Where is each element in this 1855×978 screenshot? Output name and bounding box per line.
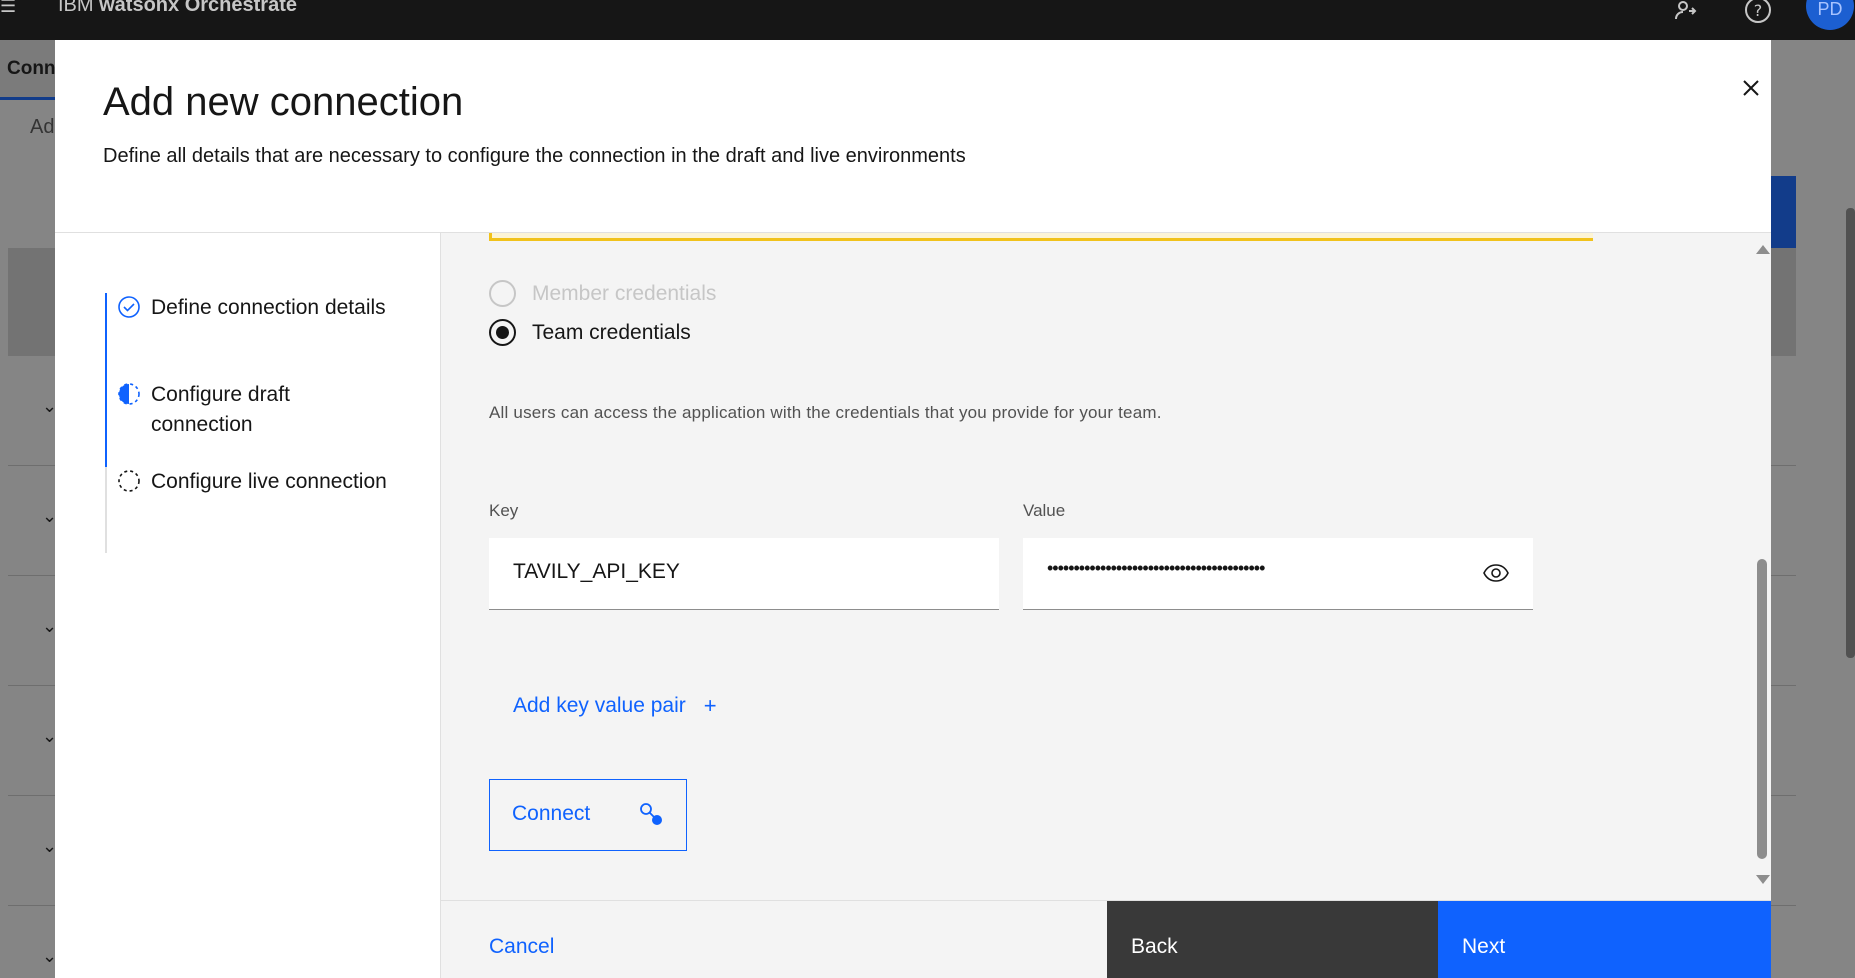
radio-team-credentials[interactable]: Team credentials [489, 319, 691, 346]
modal-header: Add new connection Define all details th… [55, 40, 1771, 233]
brand-name: watsonx Orchestrate [99, 0, 297, 16]
connect-button[interactable]: Connect [489, 779, 687, 851]
step-label: Define connection details [151, 296, 386, 319]
back-label: Back [1131, 935, 1178, 958]
modal-footer: Cancel Back Next [441, 900, 1771, 978]
app-header: ☰ IBM watsonx Orchestrate ? PD [0, 0, 1855, 40]
add-pair-label: Add key value pair [513, 694, 686, 717]
add-key-value-pair-button[interactable]: Add key value pair + [513, 693, 717, 719]
cancel-button[interactable]: Cancel [441, 901, 1107, 978]
scroll-up-icon[interactable] [1756, 245, 1770, 254]
step-label: Configure draft connection [151, 383, 290, 436]
svg-text:?: ? [1754, 1, 1763, 20]
incomplete-circle-icon [118, 470, 140, 492]
checkmark-outline-icon [118, 296, 140, 318]
radio-button [489, 280, 516, 307]
cancel-label: Cancel [489, 935, 555, 958]
back-button[interactable]: Back [1107, 901, 1438, 978]
connect-label: Connect [512, 802, 591, 825]
progress-indicator: Define connection details Configure draf… [55, 233, 441, 978]
scrollbar-thumb[interactable] [1757, 559, 1767, 859]
close-button[interactable] [1723, 60, 1779, 116]
next-label: Next [1462, 935, 1506, 958]
radio-label: Member credentials [532, 281, 717, 305]
value-label: Value [1023, 501, 1066, 520]
avatar[interactable]: PD [1806, 0, 1854, 30]
content-scrollbar[interactable] [1753, 233, 1771, 900]
switch-tenant-icon[interactable] [1668, 0, 1704, 28]
step-label: Configure live connection [151, 470, 387, 493]
help-icon[interactable]: ? [1740, 0, 1776, 28]
warning-notification-edge [489, 233, 1593, 241]
scroll-down-icon[interactable] [1756, 875, 1770, 884]
menu-icon[interactable]: ☰ [0, 0, 16, 17]
key-input-value: TAVILY_API_KEY [513, 560, 680, 583]
add-connection-modal: Add new connection Define all details th… [55, 40, 1771, 978]
radio-label: Team credentials [532, 320, 691, 344]
view-icon[interactable] [1483, 562, 1509, 584]
key-input[interactable]: TAVILY_API_KEY [489, 538, 999, 610]
radio-button [489, 319, 516, 346]
progress-half-icon [118, 383, 140, 405]
modal-content: Member credentials Team credentials All … [441, 233, 1771, 900]
connect-icon [640, 803, 662, 825]
close-icon [1743, 80, 1759, 96]
progress-rail-active [105, 293, 107, 467]
brand-prefix: IBM [58, 0, 94, 16]
app-brand[interactable]: IBM watsonx Orchestrate [58, 0, 297, 17]
modal-title: Add new connection [103, 80, 464, 124]
next-button[interactable]: Next [1438, 901, 1771, 978]
add-icon: + [703, 693, 717, 718]
key-label: Key [489, 501, 519, 520]
value-password-input[interactable]: ••••••••••••••••••••••••••••••••••••••••… [1023, 538, 1533, 610]
radio-member-credentials[interactable]: Member credentials [489, 280, 716, 307]
value-input-masked: ••••••••••••••••••••••••••••••••••••••••… [1047, 558, 1265, 578]
credentials-helper-text: All users can access the application wit… [489, 403, 1162, 422]
modal-description: Define all details that are necessary to… [103, 145, 966, 167]
